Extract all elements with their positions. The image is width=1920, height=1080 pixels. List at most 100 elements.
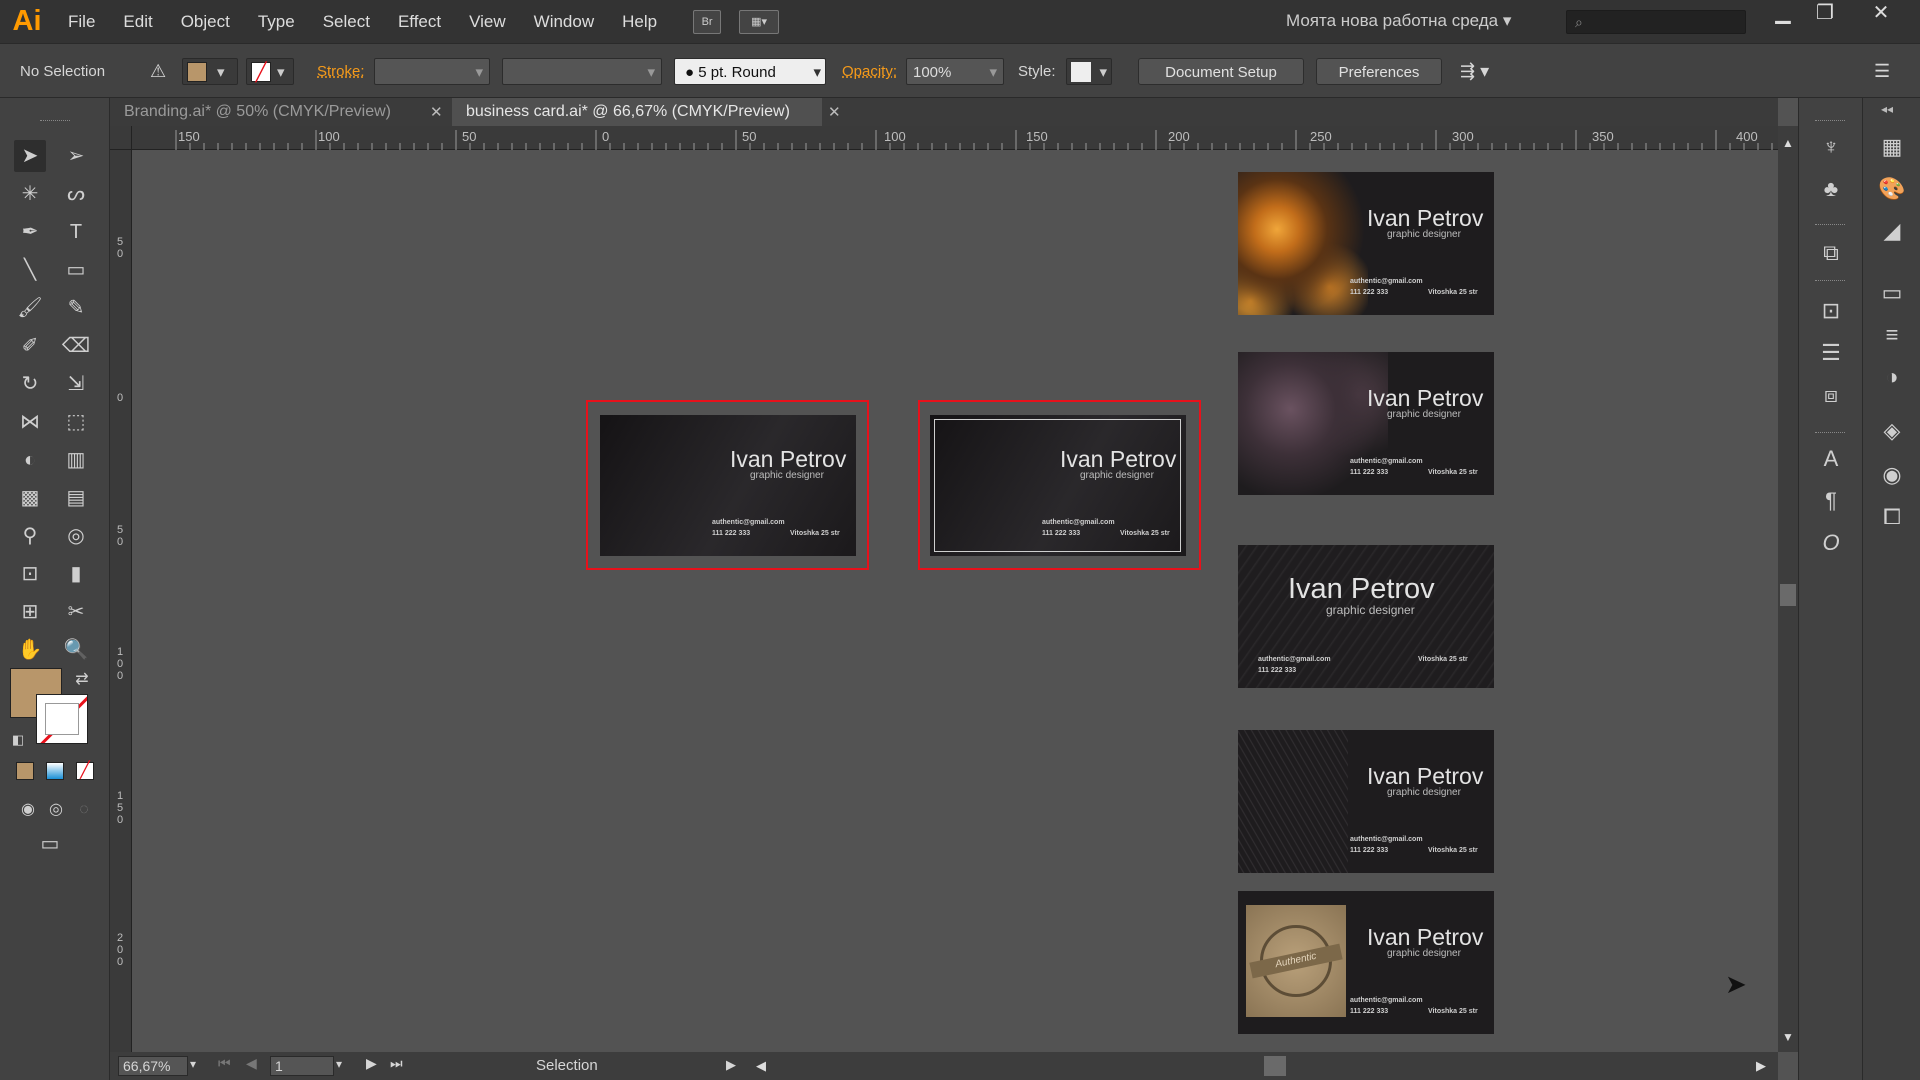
slice-tool-icon[interactable]: ✂: [60, 596, 92, 628]
symbol-sprayer-panel-icon[interactable]: ♆: [1816, 132, 1846, 162]
business-card-bordered[interactable]: Ivan Petrov graphic designer authentic@g…: [930, 415, 1186, 556]
menu-help[interactable]: Help: [608, 12, 671, 32]
collapse-panels-icon[interactable]: ◂◂: [1881, 102, 1893, 116]
blend-tool-icon[interactable]: ◎: [60, 520, 92, 552]
chevron-down-icon[interactable]: ▾: [336, 1057, 342, 1071]
scale-tool-icon[interactable]: ⇲: [60, 368, 92, 400]
previous-artboard-icon[interactable]: ◀: [246, 1055, 257, 1072]
status-menu-icon[interactable]: ▶: [726, 1057, 736, 1073]
transform-panel-icon[interactable]: ⧉: [1816, 238, 1846, 268]
tab-close-icon[interactable]: ✕: [828, 103, 841, 121]
rotate-tool-icon[interactable]: ↻: [14, 368, 46, 400]
panel-grip[interactable]: [1815, 280, 1845, 283]
graphic-styles-panel-icon[interactable]: ⧠: [1877, 502, 1907, 532]
line-tool-icon[interactable]: ╲: [14, 254, 46, 286]
scroll-left-icon[interactable]: ◀: [756, 1058, 766, 1074]
chevron-down-icon[interactable]: ▾: [190, 1057, 196, 1071]
horizontal-scrollbar[interactable]: ◀ ▶: [756, 1052, 1778, 1080]
artboards-panel-icon[interactable]: ⊡: [1816, 296, 1846, 326]
align-panel-icon[interactable]: ☰: [1816, 338, 1846, 368]
swatches-panel-icon[interactable]: ▦: [1877, 132, 1907, 162]
graphic-style-picker[interactable]: ▾: [1066, 58, 1112, 85]
pen-tool-icon[interactable]: ✒: [14, 216, 46, 248]
character-panel-icon[interactable]: A: [1816, 444, 1846, 474]
search-input[interactable]: ⌕: [1566, 10, 1746, 34]
first-artboard-icon[interactable]: ⏮: [218, 1055, 231, 1072]
zoom-field[interactable]: 66,67%: [118, 1056, 188, 1076]
panel-grip[interactable]: [1815, 432, 1845, 435]
scroll-down-icon[interactable]: ▼: [1782, 1030, 1794, 1044]
panel-grip[interactable]: [1815, 224, 1845, 227]
bridge-button[interactable]: Br: [693, 9, 722, 34]
panel-grip[interactable]: [40, 120, 70, 123]
direct-selection-tool-icon[interactable]: ➢: [60, 140, 92, 172]
selection-tool-icon[interactable]: ➤: [14, 140, 46, 172]
swap-colors-icon[interactable]: ⇄: [66, 664, 98, 696]
blob-brush-tool-icon[interactable]: ✐: [14, 330, 46, 362]
arrange-documents-icon[interactable]: ▦▾: [739, 9, 780, 34]
menu-effect[interactable]: Effect: [384, 12, 455, 32]
color-guide-panel-icon[interactable]: 🎨: [1877, 174, 1907, 204]
business-card-plain[interactable]: Ivan Petrov graphic designer authentic@g…: [600, 415, 856, 556]
scroll-thumb[interactable]: [1780, 584, 1796, 606]
last-artboard-icon[interactable]: ⏭: [390, 1055, 403, 1072]
business-card-stamp[interactable]: Authentic Ivan Petrov graphic designer a…: [1238, 891, 1494, 1034]
menu-edit[interactable]: Edit: [109, 12, 166, 32]
scroll-up-icon[interactable]: ▲: [1782, 136, 1794, 150]
tab-close-icon[interactable]: ✕: [430, 103, 443, 121]
preferences-button[interactable]: Preferences: [1316, 58, 1442, 85]
rectangle-tool-icon[interactable]: ▭: [60, 254, 92, 286]
restore-icon[interactable]: ❐: [1804, 0, 1846, 30]
pencil-tool-icon[interactable]: ✎: [60, 292, 92, 324]
paragraph-panel-icon[interactable]: ¶: [1816, 486, 1846, 516]
eyedropper-tool-icon[interactable]: ⚲: [14, 520, 46, 552]
vertical-scrollbar[interactable]: ▲ ▼: [1778, 126, 1798, 1052]
artboard-canvas[interactable]: Ivan Petrov graphic designer authentic@g…: [133, 151, 1778, 1052]
artboard-tool-icon[interactable]: ⊞: [14, 596, 46, 628]
business-card-scratches[interactable]: Ivan Petrov graphic designer authentic@g…: [1238, 545, 1494, 688]
panel-grip[interactable]: [1815, 120, 1845, 123]
scroll-right-icon[interactable]: ▶: [1756, 1058, 1766, 1074]
symbols-panel-icon[interactable]: ♣: [1816, 174, 1846, 204]
next-artboard-icon[interactable]: ▶: [366, 1055, 377, 1072]
shape-builder-tool-icon[interactable]: ◐: [14, 444, 46, 476]
artboard-number-field[interactable]: 1: [270, 1056, 334, 1076]
hand-tool-icon[interactable]: ✋: [14, 634, 46, 666]
menu-window[interactable]: Window: [520, 12, 608, 32]
gradient-mode-icon[interactable]: [46, 762, 64, 780]
workspace-switcher[interactable]: Моята нова работна среда ▾: [1286, 11, 1511, 31]
arrange-icon[interactable]: ⇶ ▾: [1460, 58, 1489, 85]
none-mode-icon[interactable]: ╱: [76, 762, 94, 780]
business-card-halftone[interactable]: Ivan Petrov graphic designer authentic@g…: [1238, 352, 1494, 495]
transparency-panel-icon[interactable]: ◑: [1877, 362, 1907, 392]
paintbrush-tool-icon[interactable]: 🖌: [14, 292, 46, 324]
minimize-icon[interactable]: ▁: [1762, 0, 1804, 30]
business-card-scribbles[interactable]: Ivan Petrov graphic designer authentic@g…: [1238, 730, 1494, 873]
document-setup-button[interactable]: Document Setup: [1138, 58, 1304, 85]
menu-select[interactable]: Select: [309, 12, 384, 32]
stroke-color-control[interactable]: ╱ ▾: [246, 58, 294, 85]
type-tool-icon[interactable]: T: [60, 216, 92, 248]
stroke-panel-icon[interactable]: ≡: [1877, 320, 1907, 350]
gradient-tool-icon[interactable]: ▤: [60, 482, 92, 514]
default-colors-icon[interactable]: ◧: [2, 724, 34, 756]
draw-inside-icon[interactable]: ◌: [68, 794, 100, 826]
brushes-panel-icon[interactable]: ◢: [1877, 216, 1907, 246]
gradient-panel-icon[interactable]: ▭: [1877, 278, 1907, 308]
eraser-tool-icon[interactable]: ⌫: [60, 330, 92, 362]
color-mode-icon[interactable]: [16, 762, 34, 780]
lasso-tool-icon[interactable]: ᔕ: [60, 178, 92, 210]
mesh-tool-icon[interactable]: ▩: [14, 482, 46, 514]
stroke-label[interactable]: Stroke:: [317, 58, 365, 85]
scroll-thumb[interactable]: [1264, 1056, 1286, 1076]
opacity-label[interactable]: Opacity:: [842, 58, 897, 85]
menu-object[interactable]: Object: [167, 12, 244, 32]
fill-control[interactable]: ▾: [182, 58, 238, 85]
menu-view[interactable]: View: [455, 12, 520, 32]
tab-branding[interactable]: Branding.ai* @ 50% (CMYK/Preview): [110, 98, 444, 126]
appearance-panel-icon[interactable]: ◉: [1877, 460, 1907, 490]
screen-mode-icon[interactable]: ▭: [34, 828, 66, 860]
ruler-origin[interactable]: [110, 126, 132, 150]
perspective-grid-tool-icon[interactable]: ▥: [60, 444, 92, 476]
width-tool-icon[interactable]: ⋈: [14, 406, 46, 438]
